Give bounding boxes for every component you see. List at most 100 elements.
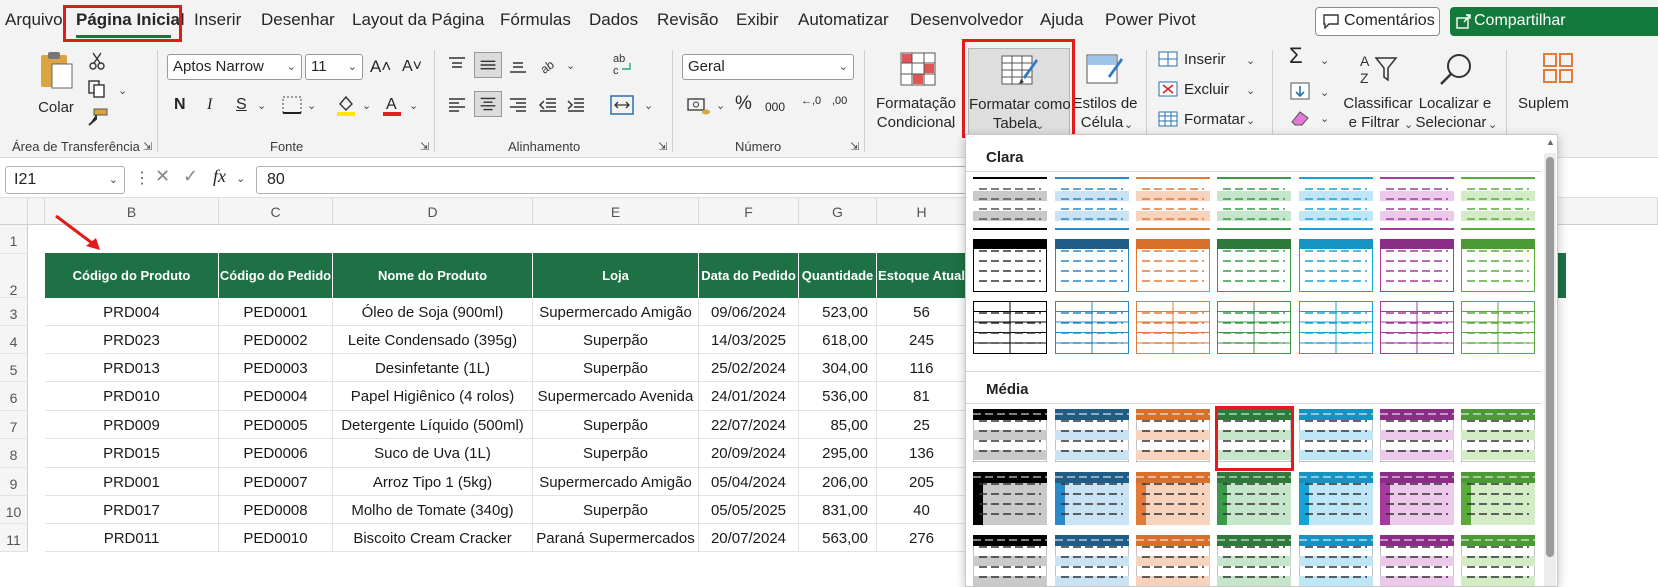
table-cell[interactable]: PRD017 (45, 496, 219, 524)
underline-chevron-icon[interactable]: ⌄ (257, 99, 266, 112)
table-cell[interactable]: 206,00 (799, 468, 877, 496)
comments-button[interactable]: Comentários (1315, 7, 1440, 36)
clear-chevron-icon[interactable]: ⌄ (1320, 112, 1329, 125)
table-style-swatch[interactable] (972, 534, 1048, 586)
table-cell[interactable]: Paraná Supermercados (533, 524, 699, 552)
tab-exibir[interactable]: Exibir (736, 10, 779, 30)
row-header[interactable]: 1 (0, 225, 28, 254)
table-cell[interactable]: 25/02/2024 (699, 354, 799, 382)
table-style-swatch[interactable] (1136, 472, 1210, 525)
tab-arquivo[interactable]: Arquivo (5, 10, 63, 30)
table-style-swatch[interactable] (1380, 177, 1454, 230)
table-style-swatch[interactable] (973, 472, 1047, 525)
fill-chevron-icon[interactable]: ⌄ (1320, 86, 1329, 99)
table-header-cell[interactable]: Loja (533, 253, 699, 298)
table-style-swatch[interactable] (1136, 239, 1210, 292)
paste-button[interactable]: Colar (30, 50, 82, 130)
table-cell[interactable]: PRD010 (45, 382, 219, 411)
fill-color-icon[interactable] (336, 94, 356, 116)
table-style-swatch[interactable] (1055, 177, 1129, 230)
table-style-swatch[interactable] (1380, 301, 1454, 354)
insert-cells-button[interactable]: Inserir ⌄ (1158, 50, 1258, 70)
cut-icon[interactable] (88, 52, 106, 70)
table-cell[interactable]: PRD011 (45, 524, 219, 552)
table-cell[interactable]: 14/03/2025 (699, 326, 799, 354)
row-header[interactable]: 9 (0, 468, 28, 496)
select-all-corner[interactable] (0, 198, 28, 225)
increase-decimal-button[interactable]: ←,0 (801, 96, 821, 107)
tab-pagina-inicial[interactable]: Página Inicial (76, 10, 185, 30)
thousands-button[interactable]: 000 (765, 98, 785, 117)
table-cell[interactable]: 40 (877, 496, 967, 524)
font-launcher-icon[interactable]: ⇲ (420, 140, 429, 153)
table-cell[interactable]: Detergente Líquido (500ml) (333, 411, 533, 439)
table-style-swatch[interactable] (1055, 472, 1129, 525)
more-options-icon[interactable]: ⋮ (134, 168, 150, 188)
table-cell[interactable]: 276 (877, 524, 967, 552)
grow-font-icon[interactable]: A˄ (370, 57, 391, 76)
column-header[interactable]: C (219, 198, 333, 225)
row-header[interactable]: 11 (0, 524, 28, 552)
sort-filter-button[interactable]: AZ Classificar e Filtrar ⌄ (1342, 48, 1414, 138)
table-header-cell[interactable]: Nome do Produto (333, 253, 533, 298)
table-style-swatch[interactable] (1217, 239, 1291, 292)
table-cell[interactable]: 81 (877, 382, 967, 411)
table-style-swatch[interactable] (1135, 534, 1211, 586)
table-header-cell[interactable]: Quantidade (799, 253, 877, 298)
table-cell[interactable]: 523,00 (799, 298, 877, 326)
table-cell[interactable]: PED0002 (219, 326, 333, 354)
table-header-cell[interactable]: Código do Pedido (219, 253, 333, 298)
autosum-icon[interactable]: Σ (1289, 45, 1303, 67)
table-style-swatch[interactable] (1379, 408, 1455, 463)
table-style-swatch[interactable] (1054, 534, 1130, 586)
merge-chevron-icon[interactable]: ⌄ (644, 99, 653, 112)
table-cell[interactable]: PED0007 (219, 468, 333, 496)
table-cell[interactable]: 304,00 (799, 354, 877, 382)
decrease-indent-icon[interactable] (538, 96, 558, 114)
table-cell[interactable]: Molho de Tomate (340g) (333, 496, 533, 524)
font-color-chevron-icon[interactable]: ⌄ (409, 99, 418, 112)
table-cell[interactable]: 136 (877, 439, 967, 468)
fill-chevron-icon[interactable]: ⌄ (362, 99, 371, 112)
clipboard-launcher-icon[interactable]: ⇲ (143, 140, 152, 153)
orientation-chevron-icon[interactable]: ⌄ (566, 59, 575, 72)
table-style-swatch-selected[interactable] (1216, 408, 1292, 463)
alignment-launcher-icon[interactable]: ⇲ (658, 140, 667, 153)
table-style-swatch[interactable] (1055, 239, 1129, 292)
accounting-chevron-icon[interactable]: ⌄ (716, 99, 725, 112)
table-style-swatch[interactable] (1136, 177, 1210, 230)
table-cell[interactable]: Superpão (533, 354, 699, 382)
formula-input[interactable]: 80 (256, 166, 976, 194)
table-cell[interactable]: 24/01/2024 (699, 382, 799, 411)
wrap-text-icon[interactable]: abc (612, 52, 634, 76)
table-cell[interactable]: 20/07/2024 (699, 524, 799, 552)
tab-ajuda[interactable]: Ajuda (1040, 10, 1083, 30)
table-cell[interactable]: 85,00 (799, 411, 877, 439)
row-header[interactable]: 8 (0, 439, 28, 468)
table-cell[interactable]: PRD004 (45, 298, 219, 326)
table-cell[interactable]: Papel Higiênico (4 rolos) (333, 382, 533, 411)
table-style-swatch[interactable] (973, 239, 1047, 292)
cancel-icon[interactable]: ✕ (155, 166, 170, 187)
table-cell[interactable]: PED0001 (219, 298, 333, 326)
column-header[interactable]: E (533, 198, 699, 225)
column-header[interactable]: G (799, 198, 877, 225)
italic-button[interactable]: I (207, 95, 212, 114)
table-style-swatch[interactable] (1460, 534, 1536, 586)
table-cell[interactable]: 25 (877, 411, 967, 439)
table-cell[interactable]: Óleo de Soja (900ml) (333, 298, 533, 326)
table-style-swatch[interactable] (1055, 301, 1129, 354)
table-style-swatch[interactable] (1380, 472, 1454, 525)
table-style-swatch[interactable] (1461, 177, 1535, 230)
table-cell[interactable]: 245 (877, 326, 967, 354)
table-style-swatch[interactable] (1136, 301, 1210, 354)
table-cell[interactable]: PED0006 (219, 439, 333, 468)
bold-button[interactable]: N (174, 95, 186, 114)
tab-automatizar[interactable]: Automatizar (798, 10, 889, 30)
tab-formulas[interactable]: Fórmulas (500, 10, 571, 30)
tab-layout[interactable]: Layout da Página (352, 10, 484, 30)
tab-desenhar[interactable]: Desenhar (261, 10, 335, 30)
table-cell[interactable]: Supermercado Avenida (533, 382, 699, 411)
font-name-combo[interactable]: Aptos Narrow ⌄ (167, 54, 302, 80)
align-center-icon[interactable] (474, 91, 502, 117)
